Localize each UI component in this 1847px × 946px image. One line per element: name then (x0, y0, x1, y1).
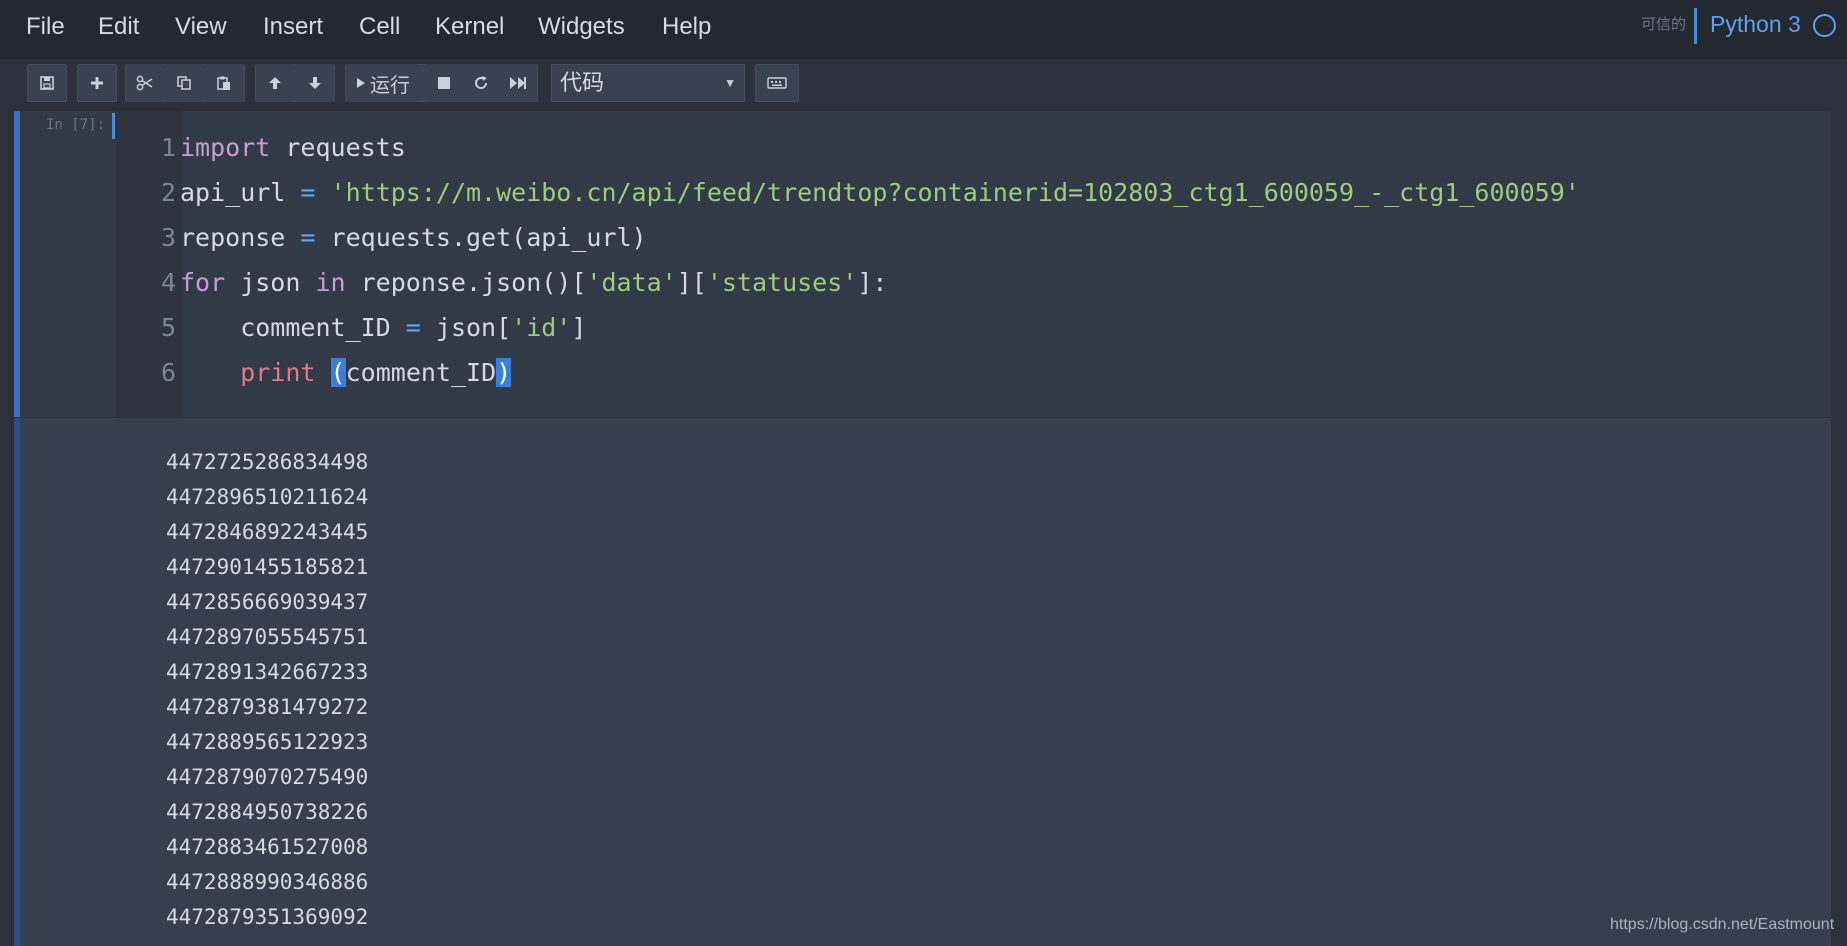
code-line[interactable]: for json in reponse.json()['data']['stat… (180, 268, 887, 297)
fast-forward-icon (510, 77, 526, 89)
output-line: 4472856669039437 (166, 590, 369, 614)
output-line: 4472897055545751 (166, 625, 369, 649)
move-up-button[interactable] (256, 64, 294, 102)
output-line: 4472884950738226 (166, 800, 369, 824)
keyboard-icon (767, 77, 787, 89)
output-line: 4472888990346886 (166, 870, 369, 894)
output-line: 4472901455185821 (166, 555, 369, 579)
arrow-down-icon (308, 77, 321, 89)
copy-icon (177, 76, 191, 90)
menu-view[interactable]: View (175, 13, 227, 41)
plus-icon (91, 77, 103, 89)
output-line: 4472889565122923 (166, 730, 369, 754)
line-number: 6 (160, 358, 176, 387)
output-line: 4472879070275490 (166, 765, 369, 789)
bracket-match: ( (330, 358, 346, 387)
bracket-match: ) (496, 358, 512, 387)
menu-help[interactable]: Help (662, 13, 711, 41)
output-line: 4472883461527008 (166, 835, 369, 859)
code-line[interactable]: comment_ID = json['id'] (180, 313, 586, 342)
kernel-separator (1694, 8, 1697, 44)
line-number: 1 (160, 133, 176, 162)
watermark: https://blog.csdn.net/Eastmount (1610, 916, 1835, 933)
code-cell[interactable]: In [7]: 1 2 3 4 5 6 import requests api_… (14, 111, 1831, 417)
line-number: 2 (160, 178, 176, 207)
toolbar: 运行 代码 ▼ (0, 59, 1847, 111)
kernel-name[interactable]: Python 3 (1710, 11, 1801, 38)
command-palette-button[interactable] (755, 64, 799, 102)
output-line: 4472879351369092 (166, 905, 369, 929)
save-icon (40, 76, 54, 90)
menu-cell[interactable]: Cell (359, 13, 400, 41)
cell-focus-marker (112, 113, 115, 139)
cut-button[interactable] (126, 64, 164, 102)
code-line[interactable]: print (comment_ID) (180, 358, 512, 387)
restart-run-all-button[interactable] (499, 64, 537, 102)
code-line[interactable]: reponse = requests.get(api_url) (180, 223, 647, 252)
output-line: 4472879381479272 (166, 695, 369, 719)
output-line: 4472891342667233 (166, 660, 369, 684)
line-number: 4 (160, 268, 176, 297)
cell-output: 4472725286834498 4472896510211624 447284… (14, 418, 1831, 946)
arrow-up-icon (269, 77, 281, 89)
insert-cell-button[interactable] (77, 64, 117, 102)
interrupt-button[interactable] (425, 64, 463, 102)
output-line: 4472846892243445 (166, 520, 369, 544)
save-button[interactable] (27, 64, 67, 102)
trusted-indicator[interactable]: 可信的 (1641, 13, 1686, 34)
chevron-down-icon: ▼ (724, 76, 736, 90)
menu-edit[interactable]: Edit (98, 13, 139, 41)
kernel-idle-icon (1813, 14, 1836, 37)
output-line: 4472725286834498 (166, 450, 369, 474)
paste-icon (217, 76, 230, 90)
play-icon (357, 78, 365, 88)
copy-button[interactable] (165, 64, 203, 102)
cell-prompt: In [7]: (46, 117, 106, 133)
code-line[interactable]: api_url = 'https://m.weibo.cn/api/feed/t… (180, 178, 1580, 207)
output-line: 4472896510211624 (166, 485, 369, 509)
menu-insert[interactable]: Insert (263, 13, 323, 41)
move-down-button[interactable] (295, 64, 334, 102)
line-number: 5 (160, 313, 176, 342)
run-button[interactable]: 运行 (346, 64, 418, 102)
menu-bar: File Edit View Insert Cell Kernel Widget… (0, 0, 1847, 59)
code-line[interactable]: import requests (180, 133, 406, 162)
stop-icon (438, 77, 450, 89)
line-number: 3 (160, 223, 176, 252)
paste-button[interactable] (204, 64, 244, 102)
restart-button[interactable] (462, 64, 500, 102)
run-label: 运行 (370, 74, 410, 97)
refresh-icon (475, 76, 488, 89)
menu-kernel[interactable]: Kernel (435, 13, 504, 41)
menu-file[interactable]: File (26, 13, 65, 41)
cell-type-value: 代码 (560, 70, 605, 95)
menu-widgets[interactable]: Widgets (538, 13, 625, 41)
cell-type-select[interactable]: 代码 ▼ (551, 64, 745, 102)
scissors-icon (136, 75, 153, 91)
